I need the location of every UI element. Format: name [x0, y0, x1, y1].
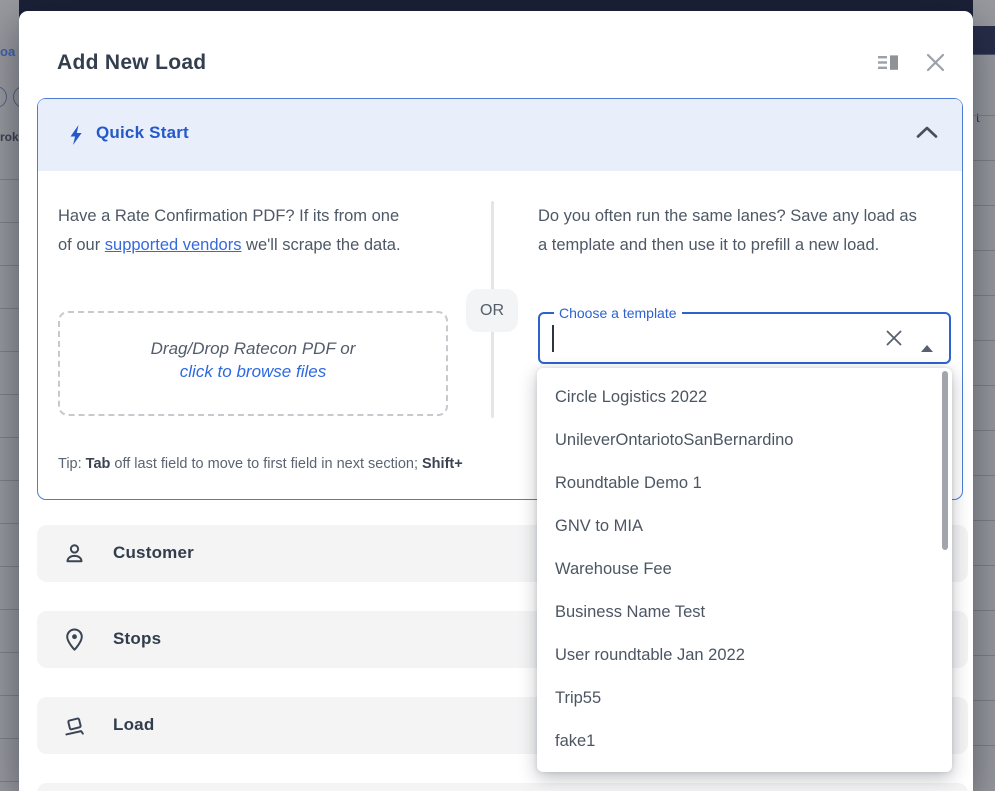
ramp-icon — [62, 713, 87, 738]
or-pill: OR — [466, 289, 518, 332]
close-icon — [926, 53, 945, 72]
person-icon — [62, 541, 87, 566]
clipped-table-header: rok — [0, 130, 19, 144]
arrow-up-icon — [921, 330, 933, 352]
chevron-up-icon[interactable] — [916, 125, 938, 139]
quick-start-title: Quick Start — [96, 123, 189, 143]
template-field-label: Choose a template — [554, 305, 682, 321]
template-option[interactable]: Business Name Test — [537, 591, 952, 634]
template-option[interactable]: Roundtable Demo 1 — [537, 462, 952, 505]
template-option[interactable]: Warehouse Fee — [537, 548, 952, 591]
tip-key-tab: Tab — [86, 456, 111, 472]
lightning-bolt-icon — [65, 122, 89, 148]
browse-files-link[interactable]: click to browse files — [60, 362, 446, 382]
text-cursor — [552, 325, 554, 352]
template-combobox[interactable]: Choose a template — [538, 312, 951, 364]
template-option[interactable]: Circle Logistics 2022 — [537, 376, 952, 419]
list-panel-icon — [878, 54, 900, 72]
close-modal-button[interactable] — [926, 53, 945, 72]
clipped-filter-pill — [0, 86, 7, 108]
supported-vendors-link[interactable]: supported vendors — [105, 236, 242, 254]
clear-x-icon — [885, 329, 903, 347]
template-option[interactable]: UnileverOntariotoSanBernardino — [537, 419, 952, 462]
dropzone-line1: Drag/Drop Ratecon PDF or — [60, 339, 446, 359]
clipped-page-heading: oa — [0, 44, 15, 59]
ratecon-dropzone[interactable]: Drag/Drop Ratecon PDF or click to browse… — [58, 311, 448, 416]
add-new-load-modal: Add New Load Qu — [19, 11, 973, 791]
modal-title: Add New Load — [57, 51, 206, 75]
location-pin-icon — [62, 627, 87, 652]
section-label: Load — [113, 715, 154, 735]
panel-view-toggle-button[interactable] — [878, 54, 900, 72]
template-dropdown-list: Circle Logistics 2022 UnileverOntariotoS… — [537, 368, 952, 772]
section-label: Customer — [113, 543, 194, 563]
tip-prefix: Tip: — [58, 456, 86, 472]
template-description: Do you often run the same lanes? Save an… — [538, 202, 928, 260]
ratecon-description: Have a Rate Confirmation PDF? If its fro… — [58, 202, 403, 260]
clipped-table-header: t — [976, 110, 980, 125]
template-option[interactable]: User roundtable Jan 2022 — [537, 634, 952, 677]
ratecon-text-after: we'll scrape the data. — [241, 236, 400, 254]
template-option[interactable]: GNV to MIA — [537, 505, 952, 548]
clipped-toolbar — [973, 26, 995, 55]
section-next-partial[interactable] — [37, 783, 968, 791]
screen: oa rok t Add New Load — [0, 0, 995, 791]
template-option[interactable]: fake1 — [537, 720, 952, 763]
section-label: Stops — [113, 629, 161, 649]
template-option[interactable]: Trip55 — [537, 677, 952, 720]
background-page-left: oa rok — [0, 0, 19, 791]
quick-start-header[interactable]: Quick Start — [38, 99, 962, 171]
dropdown-scrollbar-thumb[interactable] — [942, 371, 948, 550]
tip-middle: off last field to move to first field in… — [110, 456, 422, 472]
clear-template-button[interactable] — [885, 329, 903, 347]
tip-key-shift: Shift+ — [422, 456, 463, 472]
background-page-right: t — [973, 0, 995, 791]
